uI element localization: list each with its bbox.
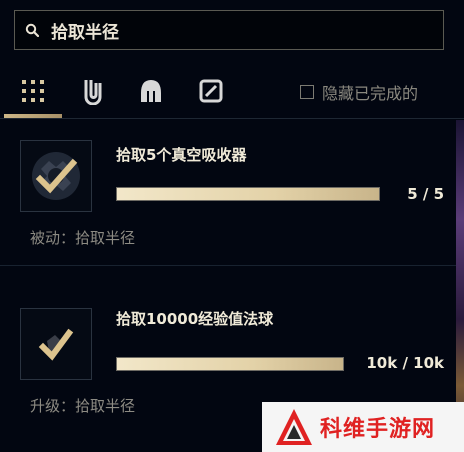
- progress-count: 5 / 5: [407, 185, 444, 203]
- watermark-logo-icon: [276, 409, 312, 445]
- mission-description: 升级：拾取半径: [30, 397, 136, 415]
- mission-icon-box: [20, 308, 92, 380]
- search-icon: [25, 23, 39, 37]
- paperclip-icon: [84, 80, 102, 105]
- progress-bar: [116, 357, 344, 371]
- watermark-text: 科维手游网: [320, 417, 436, 442]
- progress-bar-fill: [117, 188, 379, 200]
- hide-completed-label: 隐藏已完成的: [322, 84, 419, 103]
- hide-completed-toggle[interactable]: 隐藏已完成的: [300, 80, 418, 104]
- tabs-divider: [0, 118, 464, 119]
- search-bar[interactable]: 拾取半径: [14, 10, 444, 50]
- helmet-icon: [141, 80, 161, 102]
- progress-bar-fill: [117, 358, 343, 370]
- tab-items[interactable]: [76, 74, 110, 108]
- grid-icon: [22, 80, 44, 102]
- progress-bar: [116, 187, 380, 201]
- orb-checkmark-icon: [38, 328, 74, 361]
- tab-slash[interactable]: [194, 74, 228, 108]
- mission-card[interactable]: 拾取5个真空吸收器 5 / 5 被动：拾取半径: [0, 124, 456, 270]
- progress-count: 10k / 10k: [366, 354, 444, 372]
- card-divider: [0, 265, 456, 266]
- hide-completed-checkbox[interactable]: [300, 85, 314, 99]
- vacuum-checkmark-icon: [32, 152, 80, 200]
- mission-title: 拾取10000经验值法球: [116, 310, 274, 328]
- watermark: 科维手游网: [262, 402, 464, 452]
- tab-all[interactable]: [16, 74, 50, 108]
- slash-box-icon: [199, 79, 223, 103]
- search-input[interactable]: 拾取半径: [51, 18, 119, 43]
- mission-title: 拾取5个真空吸收器: [116, 146, 247, 164]
- mission-icon-box: [20, 140, 92, 212]
- tab-helmet[interactable]: [134, 74, 168, 108]
- mission-description: 被动：拾取半径: [30, 229, 136, 247]
